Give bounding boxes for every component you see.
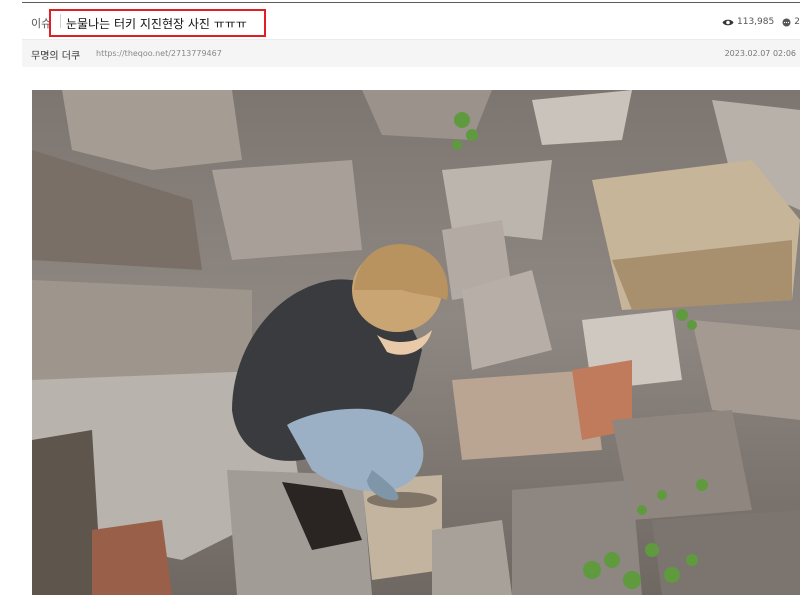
author-name: 무명의 더쿠 (31, 51, 81, 62)
post-header: 이슈 눈물나는 터키 지진현장 사진 ㅠㅠㅠ 113,985 25 (22, 3, 800, 39)
view-count: 113,985 (737, 17, 775, 27)
eye-icon (722, 18, 734, 27)
post-stats: 113,985 25 (722, 17, 800, 27)
comment-count[interactable]: 25 (794, 17, 800, 27)
post-meta: 무명의 더쿠 https://theqoo.net/2713779467 202… (22, 39, 800, 67)
comment-icon (782, 18, 791, 27)
post-image (32, 90, 800, 595)
post-date: 2023.02.07 02:06 (724, 49, 796, 58)
post-title: 눈물나는 터키 지진현장 사진 ㅠㅠㅠ (66, 17, 247, 31)
post-url[interactable]: https://theqoo.net/2713779467 (96, 49, 222, 58)
